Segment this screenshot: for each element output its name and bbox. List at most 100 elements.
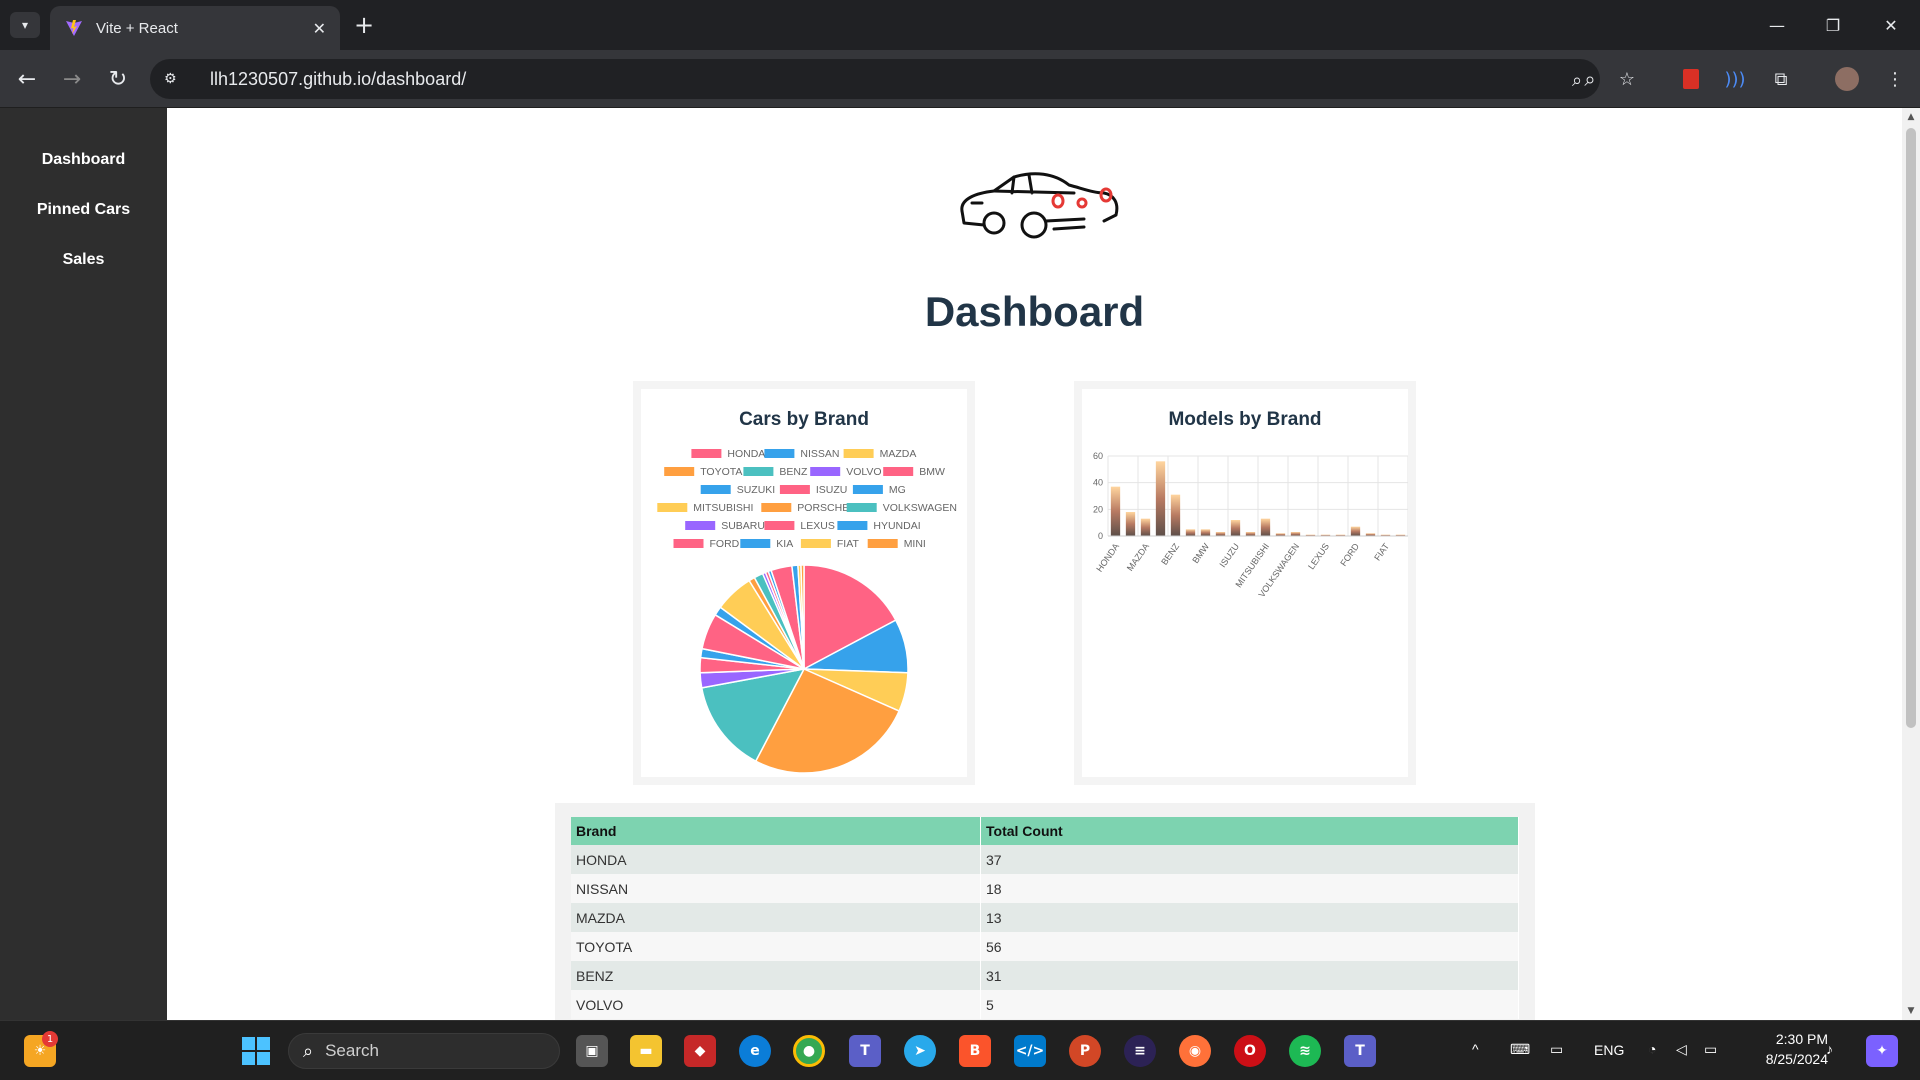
minimize-icon[interactable]: — bbox=[1762, 10, 1792, 40]
legend-label[interactable]: HYUNDAI bbox=[873, 520, 920, 532]
sidebar-item-sales[interactable]: Sales bbox=[0, 235, 167, 285]
legend-swatch[interactable] bbox=[867, 539, 898, 548]
legend-label[interactable]: BENZ bbox=[779, 466, 808, 478]
tab-search-chevron-icon[interactable]: ▾ bbox=[10, 12, 40, 38]
site-info-icon[interactable]: ⚙ bbox=[164, 71, 190, 87]
legend-label[interactable]: MG bbox=[889, 484, 906, 496]
windows-start-icon[interactable] bbox=[240, 1035, 272, 1067]
keyboard-icon[interactable]: ⌨ bbox=[1510, 1041, 1530, 1058]
legend-label[interactable]: MITSUBISHI bbox=[693, 502, 753, 514]
bar-toyota[interactable] bbox=[1155, 461, 1166, 536]
new-tab-plus-icon[interactable]: + bbox=[354, 12, 374, 38]
bar-benz[interactable] bbox=[1170, 494, 1181, 536]
legend-swatch[interactable] bbox=[764, 521, 795, 530]
bar-ford[interactable] bbox=[1350, 526, 1361, 536]
copilot-icon[interactable]: ✦ bbox=[1866, 1035, 1898, 1067]
legend-swatch[interactable] bbox=[883, 467, 914, 476]
task-view-icon[interactable]: ▣ bbox=[576, 1035, 608, 1067]
legend-swatch[interactable] bbox=[810, 467, 841, 476]
bar-isuzu[interactable] bbox=[1230, 520, 1241, 536]
sidebar-item-pinned-cars[interactable]: Pinned Cars bbox=[0, 185, 167, 235]
restore-icon[interactable]: ❐ bbox=[1818, 10, 1848, 40]
legend-label[interactable]: BMW bbox=[919, 466, 945, 478]
bar-bmw[interactable] bbox=[1200, 529, 1211, 536]
chrome-browser-icon[interactable]: ● bbox=[793, 1035, 825, 1067]
eclipse-icon[interactable]: ≡ bbox=[1124, 1035, 1156, 1067]
legend-label[interactable]: VOLVO bbox=[846, 466, 881, 478]
firefox-icon[interactable]: ◉ bbox=[1179, 1035, 1211, 1067]
legend-swatch[interactable] bbox=[700, 485, 731, 494]
legend-swatch[interactable] bbox=[800, 539, 831, 548]
spotify-icon[interactable]: ≋ bbox=[1289, 1035, 1321, 1067]
legend-swatch[interactable] bbox=[740, 539, 771, 548]
extensions-puzzle-icon[interactable]: ⧉ bbox=[1766, 64, 1796, 94]
models-by-brand-bar-chart[interactable]: 0204060HONDA MAZDA BENZ BMW ISUZUMITSUBISHIV… bbox=[1082, 389, 1408, 777]
legend-swatch[interactable] bbox=[761, 503, 792, 512]
opera-icon[interactable]: O bbox=[1234, 1035, 1266, 1067]
tray-chevron-up-icon[interactable]: ^ bbox=[1472, 1041, 1479, 1057]
bar-nissan[interactable] bbox=[1125, 512, 1136, 536]
legend-label[interactable]: SUBARU bbox=[721, 520, 765, 532]
app-icon[interactable]: ◆ bbox=[684, 1035, 716, 1067]
legend-label[interactable]: VOLKSWAGEN bbox=[883, 502, 957, 514]
forward-arrow-icon[interactable]: → bbox=[57, 64, 87, 94]
scroll-down-icon[interactable]: ▼ bbox=[1902, 1006, 1920, 1016]
legend-swatch[interactable] bbox=[657, 503, 688, 512]
legend-label[interactable]: TOYOTA bbox=[700, 466, 742, 478]
battery-icon[interactable]: ▭ bbox=[1704, 1041, 1717, 1058]
legend-swatch[interactable] bbox=[743, 467, 774, 476]
page-scrollbar[interactable]: ▲ ▼ bbox=[1902, 108, 1920, 1020]
legend-label[interactable]: ISUZU bbox=[816, 484, 848, 496]
table-header-brand[interactable]: Brand bbox=[571, 817, 981, 845]
clock-date[interactable]: 8/25/2024 bbox=[1746, 1051, 1828, 1067]
bar-honda[interactable] bbox=[1110, 486, 1121, 536]
bar-volvo[interactable] bbox=[1185, 529, 1196, 536]
taskbar-search-input[interactable]: ⌕ Search bbox=[288, 1033, 560, 1069]
legend-label[interactable]: LEXUS bbox=[800, 520, 834, 532]
legend-swatch[interactable] bbox=[685, 521, 716, 530]
legend-label[interactable]: KIA bbox=[776, 538, 793, 550]
window-close-icon[interactable]: ✕ bbox=[1876, 10, 1906, 40]
browser-tab[interactable]: Vite + React ✕ bbox=[50, 6, 340, 50]
clock-time[interactable]: 2:30 PM bbox=[1758, 1031, 1828, 1047]
sidebar-item-dashboard[interactable]: Dashboard bbox=[0, 135, 167, 185]
teams-icon[interactable]: T bbox=[849, 1035, 881, 1067]
notification-bell-icon[interactable]: ♪ bbox=[1826, 1041, 1833, 1057]
bar-mitsubishi[interactable] bbox=[1260, 518, 1271, 536]
reload-icon[interactable]: ↻ bbox=[103, 64, 133, 94]
bookmark-star-icon[interactable]: ☆ bbox=[1612, 64, 1642, 94]
legend-label[interactable]: HONDA bbox=[727, 448, 765, 460]
legend-label[interactable]: NISSAN bbox=[800, 448, 839, 460]
bar-mazda[interactable] bbox=[1140, 518, 1151, 536]
legend-swatch[interactable] bbox=[846, 503, 877, 512]
file-explorer-icon[interactable]: ▬ bbox=[630, 1035, 662, 1067]
powerpoint-icon[interactable]: P bbox=[1069, 1035, 1101, 1067]
profile-avatar-icon[interactable] bbox=[1832, 64, 1862, 94]
back-arrow-icon[interactable]: ← bbox=[12, 64, 42, 94]
teams-work-icon[interactable]: T bbox=[1344, 1035, 1376, 1067]
legend-swatch[interactable] bbox=[843, 449, 874, 458]
cars-by-brand-pie-chart[interactable]: HONDA NISSAN MAZDA TOYOTA BENZ VOLVO BMW SUZUKI… bbox=[641, 389, 967, 777]
bar-volkswagen[interactable] bbox=[1290, 532, 1301, 536]
volume-icon[interactable]: ◁ bbox=[1676, 1041, 1687, 1058]
scrollbar-thumb[interactable] bbox=[1906, 128, 1916, 728]
tab-close-icon[interactable]: ✕ bbox=[313, 19, 326, 38]
legend-label[interactable]: FORD bbox=[710, 538, 740, 550]
audio-extension-icon[interactable]: ))) bbox=[1720, 64, 1750, 94]
legend-label[interactable]: FIAT bbox=[837, 538, 860, 550]
legend-swatch[interactable] bbox=[691, 449, 722, 458]
legend-swatch[interactable] bbox=[664, 467, 695, 476]
brave-browser-icon[interactable]: B bbox=[959, 1035, 991, 1067]
wifi-icon[interactable]: ◔ bbox=[1648, 1041, 1656, 1057]
legend-label[interactable]: MINI bbox=[904, 538, 926, 550]
scroll-up-icon[interactable]: ▲ bbox=[1902, 112, 1920, 122]
legend-swatch[interactable] bbox=[764, 449, 795, 458]
display-icon[interactable]: ▭ bbox=[1550, 1041, 1563, 1058]
legend-swatch[interactable] bbox=[779, 485, 810, 494]
language-indicator[interactable]: ENG bbox=[1594, 1042, 1624, 1058]
legend-label[interactable]: MAZDA bbox=[880, 448, 917, 460]
legend-swatch[interactable] bbox=[852, 485, 883, 494]
address-bar[interactable]: ⚙ llh1230507.github.io/dashboard/ ⌕ bbox=[150, 59, 1600, 99]
bar-mg[interactable] bbox=[1245, 532, 1256, 536]
legend-label[interactable]: PORSCHE bbox=[797, 502, 849, 514]
